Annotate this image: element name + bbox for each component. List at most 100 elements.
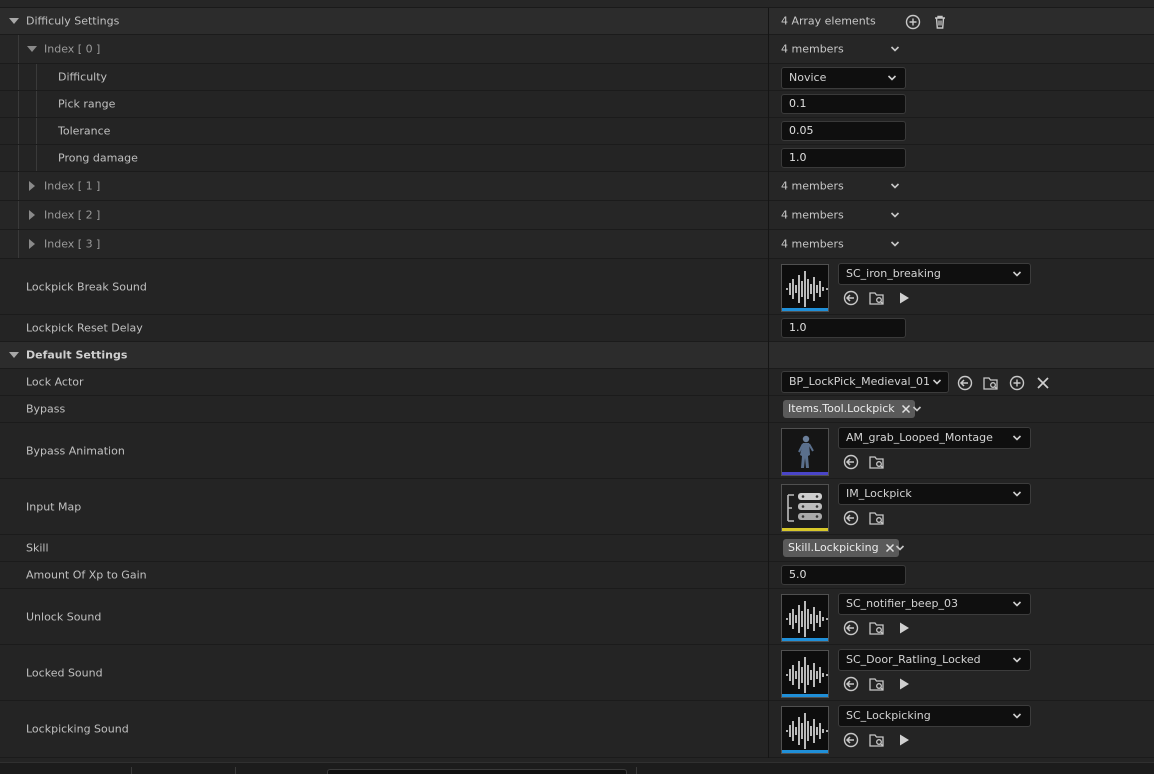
- play-icon[interactable]: [895, 675, 913, 693]
- unlock-sound-row: Unlock Sound SC_notifier_beep_03: [0, 589, 1154, 645]
- add-element-icon[interactable]: [905, 14, 921, 30]
- lockpicking-sound-combo[interactable]: SC_Lockpicking: [838, 705, 1031, 727]
- delete-icon[interactable]: [932, 14, 948, 30]
- pick-range-input[interactable]: 0.1: [781, 94, 906, 114]
- pick-range-row: Pick range 0.1: [0, 91, 1154, 118]
- lock-actor-row: Lock Actor BP_LockPick_Medieval_01: [0, 369, 1154, 396]
- chevron-down-icon[interactable]: [912, 404, 922, 414]
- chevron-down-icon[interactable]: [890, 210, 900, 220]
- index-2-label: Index [ 2 ]: [44, 208, 101, 222]
- prong-damage-input[interactable]: 1.0: [781, 148, 906, 168]
- skill-tag-text: Skill.Lockpicking: [788, 541, 879, 554]
- expand-triangle-icon[interactable]: [29, 181, 35, 191]
- locked-sound-combo[interactable]: SC_Door_Ratling_Locked: [838, 649, 1031, 671]
- details-panel: Difficuly Settings 4 Array elements Inde…: [0, 0, 1154, 762]
- lock-actor-combo[interactable]: BP_LockPick_Medieval_01: [781, 371, 949, 393]
- chevron-down-icon[interactable]: [890, 44, 900, 54]
- play-icon[interactable]: [895, 289, 913, 307]
- lockpicking-sound-label: Lockpicking Sound: [26, 722, 129, 736]
- remove-tag-icon[interactable]: [901, 404, 911, 414]
- bottom-divider: [131, 767, 132, 774]
- collapse-triangle-icon[interactable]: [27, 46, 37, 52]
- skill-row: Skill Skill.Lockpicking: [0, 535, 1154, 562]
- browse-icon[interactable]: [868, 675, 886, 693]
- bypass-animation-combo[interactable]: AM_grab_Looped_Montage: [838, 427, 1031, 449]
- tree-guide: [18, 64, 19, 90]
- sound-thumbnail[interactable]: [781, 264, 829, 312]
- tolerance-input[interactable]: 0.05: [781, 121, 906, 141]
- lockpick-reset-delay-label: Lockpick Reset Delay: [26, 321, 143, 335]
- input-map-thumbnail[interactable]: [781, 484, 829, 532]
- tree-guide: [18, 201, 19, 229]
- lockpick-reset-delay-input[interactable]: 1.0: [781, 318, 906, 338]
- chevron-down-icon: [1012, 271, 1022, 277]
- sound-thumbnail[interactable]: [781, 706, 829, 754]
- chevron-down-icon: [932, 379, 942, 385]
- use-selected-icon[interactable]: [842, 619, 860, 637]
- browse-icon[interactable]: [868, 619, 886, 637]
- amount-xp-label: Amount Of Xp to Gain: [26, 568, 147, 582]
- browse-icon[interactable]: [868, 289, 886, 307]
- chevron-down-icon[interactable]: [890, 181, 900, 191]
- sound-thumbnail[interactable]: [781, 650, 829, 698]
- chevron-down-icon: [1012, 491, 1022, 497]
- use-selected-icon[interactable]: [956, 374, 974, 392]
- unlock-sound-label: Unlock Sound: [26, 610, 102, 623]
- tree-guide: [18, 145, 19, 171]
- sound-thumbnail[interactable]: [781, 594, 829, 642]
- members-count: 4 members: [781, 208, 844, 222]
- lockpick-reset-delay-row: Lockpick Reset Delay 1.0: [0, 315, 1154, 342]
- browse-icon[interactable]: [868, 509, 886, 527]
- index-2-row[interactable]: Index [ 2 ] 4 members: [0, 201, 1154, 230]
- use-selected-icon[interactable]: [842, 675, 860, 693]
- waveform-icon: [786, 657, 828, 693]
- animation-thumbnail[interactable]: [781, 428, 829, 476]
- expand-triangle-icon[interactable]: [29, 210, 35, 220]
- use-selected-icon[interactable]: [842, 509, 860, 527]
- bottom-input[interactable]: [327, 769, 627, 774]
- amount-xp-input[interactable]: 5.0: [781, 565, 906, 585]
- clear-icon[interactable]: [1034, 374, 1052, 392]
- use-selected-icon[interactable]: [842, 289, 860, 307]
- use-selected-icon[interactable]: [842, 453, 860, 471]
- lockpick-break-sound-label: Lockpick Break Sound: [26, 280, 147, 293]
- browse-icon[interactable]: [868, 453, 886, 471]
- difficulty-settings-row[interactable]: Difficuly Settings 4 Array elements: [0, 8, 1154, 35]
- unlock-sound-combo[interactable]: SC_notifier_beep_03: [838, 593, 1031, 615]
- bypass-row: Bypass Items.Tool.Lockpick: [0, 396, 1154, 423]
- waveform-icon: [786, 713, 828, 749]
- input-map-label: Input Map: [26, 500, 82, 513]
- tree-guide: [36, 64, 37, 90]
- pick-actor-icon[interactable]: [1008, 374, 1026, 392]
- play-icon[interactable]: [895, 619, 913, 637]
- chevron-down-icon: [887, 75, 897, 81]
- chevron-down-icon[interactable]: [890, 239, 900, 249]
- play-icon[interactable]: [895, 731, 913, 749]
- tree-guide: [36, 91, 37, 117]
- collapse-triangle-icon[interactable]: [9, 352, 19, 358]
- skill-tag[interactable]: Skill.Lockpicking: [783, 539, 899, 557]
- expand-triangle-icon[interactable]: [29, 239, 35, 249]
- index-3-row[interactable]: Index [ 3 ] 4 members: [0, 230, 1154, 259]
- lockpicking-sound-value: SC_Lockpicking: [846, 709, 931, 722]
- bypass-tag[interactable]: Items.Tool.Lockpick: [783, 400, 915, 418]
- remove-tag-icon[interactable]: [885, 543, 895, 553]
- index-0-row[interactable]: Index [ 0 ] 4 members: [0, 35, 1154, 64]
- input-map-combo[interactable]: IM_Lockpick: [838, 483, 1031, 505]
- difficulty-combo[interactable]: Novice: [781, 67, 906, 89]
- use-selected-icon[interactable]: [842, 731, 860, 749]
- lockpick-break-sound-combo[interactable]: SC_iron_breaking: [838, 263, 1031, 285]
- chevron-down-icon[interactable]: [895, 543, 905, 553]
- asset-type-bar: [782, 472, 828, 475]
- lock-actor-value: BP_LockPick_Medieval_01: [789, 375, 930, 388]
- difficulty-row: Difficulty Novice: [0, 64, 1154, 91]
- default-settings-row[interactable]: Default Settings: [0, 342, 1154, 369]
- browse-icon[interactable]: [982, 374, 1000, 392]
- collapse-triangle-icon[interactable]: [9, 18, 19, 24]
- locked-sound-label: Locked Sound: [26, 666, 103, 679]
- column-splitter[interactable]: [768, 8, 769, 758]
- browse-icon[interactable]: [868, 731, 886, 749]
- members-count: 4 members: [781, 237, 844, 251]
- bypass-animation-value: AM_grab_Looped_Montage: [846, 431, 993, 444]
- index-1-row[interactable]: Index [ 1 ] 4 members: [0, 172, 1154, 201]
